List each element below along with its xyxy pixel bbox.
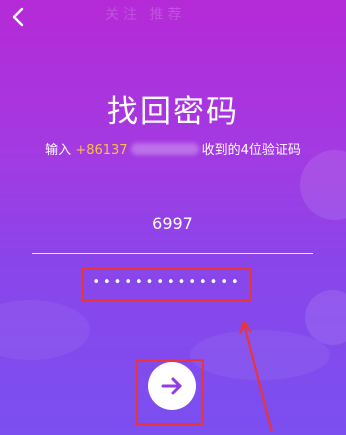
- arrow-right-icon: [161, 377, 182, 395]
- masked-phone-digits: [130, 143, 199, 155]
- background-blob: [0, 300, 90, 360]
- verification-code-input[interactable]: 6997: [32, 214, 313, 233]
- background-blob: [300, 150, 346, 220]
- password-input[interactable]: ••••••••••••••: [84, 275, 250, 290]
- instruction-prefix: 输入: [45, 143, 72, 158]
- instruction-suffix: 收到的4位验证码: [201, 143, 301, 158]
- background-blob: [305, 290, 346, 345]
- page-title: 找回密码: [107, 94, 239, 130]
- password-input-highlight: ••••••••••••••: [82, 268, 252, 301]
- submit-button[interactable]: [148, 362, 196, 410]
- code-input-underline: [32, 253, 313, 254]
- background-blob: [190, 330, 330, 380]
- chevron-left-icon: [12, 7, 24, 27]
- back-button[interactable]: [8, 5, 30, 29]
- verification-instruction: 输入 +86137 收到的4位验证码: [0, 139, 346, 158]
- phone-number: +86137: [75, 143, 128, 158]
- header-faded-text: 关注 推荐: [105, 7, 186, 23]
